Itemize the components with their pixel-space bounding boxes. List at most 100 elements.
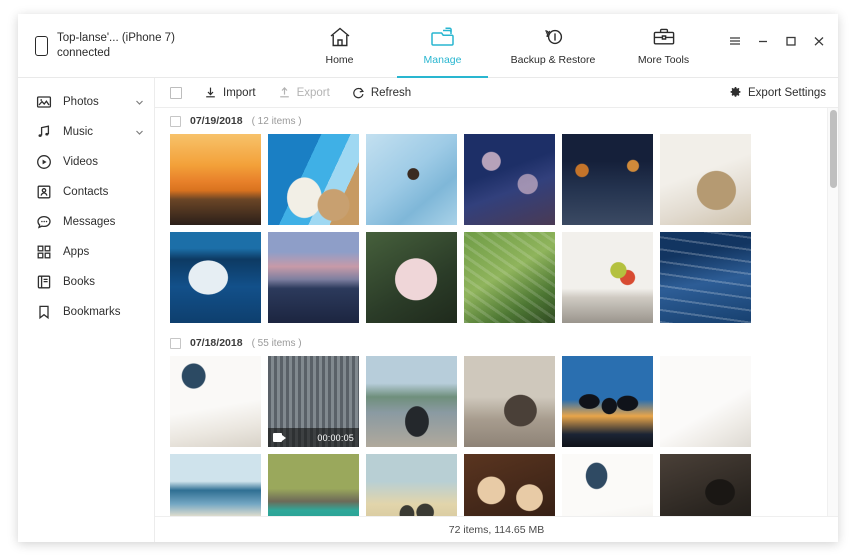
tab-backup-restore[interactable]: Backup & Restore bbox=[494, 19, 612, 78]
thumb-row bbox=[155, 134, 827, 232]
video-camera-icon bbox=[273, 433, 286, 442]
group-count: ( 55 items ) bbox=[251, 337, 302, 349]
import-icon bbox=[204, 86, 217, 99]
gear-icon bbox=[729, 86, 742, 99]
sidebar-item-contacts[interactable]: Contacts bbox=[18, 177, 154, 207]
title-bar: Top-lanse'... (iPhone 7) connected Home bbox=[18, 14, 838, 78]
thumbnail-ocean-waves-rocks[interactable] bbox=[660, 232, 751, 323]
thumbnail-image bbox=[562, 454, 653, 516]
sidebar-item-apps-label: Apps bbox=[63, 246, 90, 258]
photo-grid: 07/19/2018 ( 12 items ) 07/18/2018 (55 … bbox=[155, 108, 827, 516]
thumbnail-image bbox=[660, 454, 751, 516]
export-button[interactable]: Export bbox=[278, 86, 330, 99]
group-checkbox[interactable] bbox=[170, 337, 181, 349]
thumbnail-image bbox=[562, 356, 653, 447]
apps-icon bbox=[36, 244, 52, 260]
status-summary: 72 items, 114.65 MB bbox=[448, 523, 545, 536]
sidebar-item-books[interactable]: Books bbox=[18, 267, 154, 297]
thumbnail-image bbox=[464, 134, 555, 225]
maximize-icon[interactable] bbox=[784, 34, 798, 48]
group-header: 07/19/2018 ( 12 items ) bbox=[155, 108, 827, 134]
thumbnail-friends-jumping-sunset[interactable] bbox=[562, 356, 653, 447]
bookmarks-icon bbox=[36, 304, 52, 320]
select-all-checkbox[interactable] bbox=[170, 86, 182, 99]
thumbnail-cat-on-laptop[interactable] bbox=[660, 454, 751, 516]
device-text: Top-lanse'... (iPhone 7) connected bbox=[57, 31, 175, 60]
thumbnail-person-overlooking-sea[interactable] bbox=[366, 356, 457, 447]
thumbnail-image bbox=[660, 232, 751, 323]
thumbnail-white-tshirt-flatlay[interactable] bbox=[660, 356, 751, 447]
thumbnail-image bbox=[268, 232, 359, 323]
home-icon bbox=[328, 24, 352, 50]
thumbnail-rice-terraces-aerial[interactable] bbox=[464, 232, 555, 323]
thumbnail-pendant-lamp-interior[interactable] bbox=[562, 454, 653, 516]
tab-more-tools[interactable]: More Tools bbox=[612, 19, 715, 78]
thumbnail-beach-sunset[interactable] bbox=[170, 134, 261, 225]
photos-icon bbox=[36, 94, 52, 110]
messages-icon bbox=[36, 214, 52, 230]
window-controls bbox=[728, 34, 826, 48]
thumbnail-image bbox=[562, 232, 653, 323]
sidebar-item-videos[interactable]: Videos bbox=[18, 147, 154, 177]
thumbnail-dusk-mountain-sea[interactable] bbox=[268, 232, 359, 323]
thumbnail-city-building-video[interactable]: 00:00:05 bbox=[268, 356, 359, 447]
thumb-row bbox=[155, 454, 827, 516]
chevron-down-icon[interactable] bbox=[135, 128, 144, 137]
menu-icon[interactable] bbox=[728, 34, 742, 48]
sidebar-item-photos[interactable]: Photos bbox=[18, 87, 154, 117]
export-settings-button[interactable]: Export Settings bbox=[729, 86, 826, 99]
refresh-label: Refresh bbox=[370, 86, 412, 99]
export-label: Export bbox=[296, 86, 330, 99]
video-badge: 00:00:05 bbox=[268, 428, 359, 447]
chevron-down-icon[interactable] bbox=[135, 98, 144, 107]
thumbnail-cherry-blossom-night[interactable] bbox=[464, 134, 555, 225]
connected-device-info: Top-lanse'... (iPhone 7) connected bbox=[18, 14, 288, 77]
device-name: Top-lanse'... (iPhone 7) bbox=[57, 32, 175, 44]
thumbnail-pink-flower-macro[interactable] bbox=[366, 232, 457, 323]
refresh-button[interactable]: Refresh bbox=[352, 86, 411, 99]
thumbnail-image bbox=[170, 454, 261, 516]
close-icon[interactable] bbox=[812, 34, 826, 48]
thumbnail-image bbox=[170, 134, 261, 225]
thumbnail-swimmer-in-pool[interactable] bbox=[366, 134, 457, 225]
export-settings-label: Export Settings bbox=[748, 86, 826, 99]
thumbnail-limestone-cliff-lagoon[interactable] bbox=[268, 454, 359, 516]
thumbnail-beluga-whale[interactable] bbox=[170, 232, 261, 323]
sidebar-item-photos-label: Photos bbox=[63, 96, 99, 108]
tab-manage-label: Manage bbox=[423, 54, 462, 66]
group-count: ( 12 items ) bbox=[251, 115, 302, 127]
thumbnail-poolside-sunhat[interactable] bbox=[268, 134, 359, 225]
phone-icon bbox=[35, 35, 48, 56]
import-button[interactable]: Import bbox=[204, 86, 256, 99]
minimize-icon[interactable] bbox=[756, 34, 770, 48]
tab-manage[interactable]: Manage bbox=[391, 19, 494, 78]
sidebar-item-music[interactable]: Music bbox=[18, 117, 154, 147]
sidebar-item-apps[interactable]: Apps bbox=[18, 237, 154, 267]
thumbnail-white-living-room[interactable] bbox=[170, 356, 261, 447]
device-status: connected bbox=[57, 46, 111, 59]
thumbnail-traveler-at-piazza[interactable] bbox=[464, 356, 555, 447]
scrollbar-track[interactable] bbox=[827, 108, 838, 516]
thumbnail-image bbox=[366, 356, 457, 447]
content-panel: Import Export Refresh Export Settings 07… bbox=[155, 78, 838, 542]
thumbnail-beach-silhouettes-dusk[interactable] bbox=[366, 454, 457, 516]
backup-restore-icon bbox=[540, 24, 566, 50]
group-checkbox[interactable] bbox=[170, 115, 181, 127]
folder-icon bbox=[430, 24, 456, 50]
sidebar-item-bookmarks[interactable]: Bookmarks bbox=[18, 297, 154, 327]
thumbnail-deer-in-snow[interactable] bbox=[660, 134, 751, 225]
sidebar-item-messages[interactable]: Messages bbox=[18, 207, 154, 237]
tab-backup-restore-label: Backup & Restore bbox=[510, 54, 596, 66]
thumbnail-lantern-alley[interactable] bbox=[562, 134, 653, 225]
thumbnail-image bbox=[562, 134, 653, 225]
scrollbar-thumb[interactable] bbox=[830, 110, 837, 188]
import-label: Import bbox=[223, 86, 256, 99]
thumbnail-family-portrait-warm[interactable] bbox=[464, 454, 555, 516]
main-tabs: Home Manage Backup & Restore More Tools bbox=[288, 14, 715, 78]
thumbnail-image bbox=[366, 232, 457, 323]
music-icon bbox=[36, 124, 52, 140]
thumbnail-washing-hands-sink[interactable] bbox=[562, 232, 653, 323]
thumbnail-beach-boats-crowd[interactable] bbox=[170, 454, 261, 516]
tab-home[interactable]: Home bbox=[288, 19, 391, 78]
video-duration: 00:00:05 bbox=[317, 432, 354, 443]
